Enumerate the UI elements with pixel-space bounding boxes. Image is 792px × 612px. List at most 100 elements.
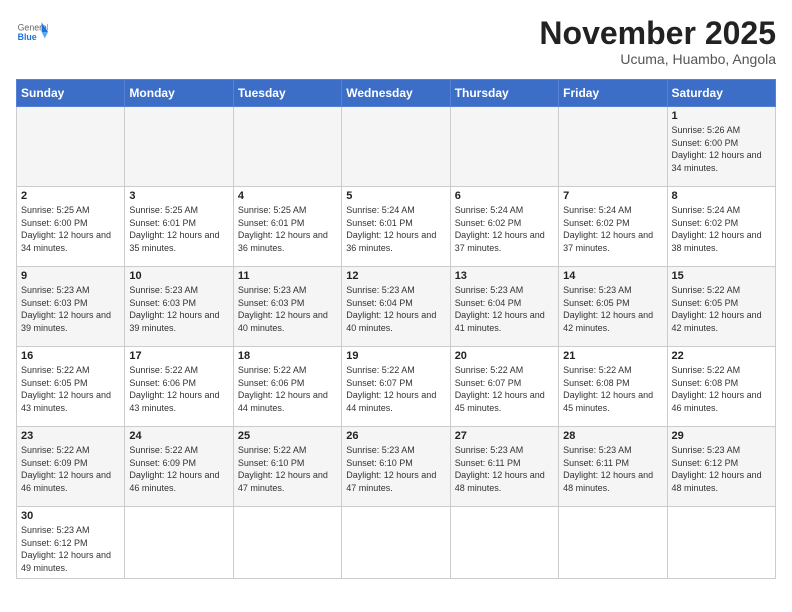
calendar-cell: 11Sunrise: 5:23 AM Sunset: 6:03 PM Dayli… bbox=[233, 267, 341, 347]
day-number: 26 bbox=[346, 430, 445, 442]
day-number: 27 bbox=[455, 430, 554, 442]
day-info: Sunrise: 5:22 AM Sunset: 6:07 PM Dayligh… bbox=[455, 364, 554, 414]
calendar-cell bbox=[450, 107, 558, 187]
calendar-cell bbox=[667, 507, 775, 578]
day-number: 10 bbox=[129, 270, 228, 282]
day-number: 19 bbox=[346, 350, 445, 362]
day-info: Sunrise: 5:22 AM Sunset: 6:08 PM Dayligh… bbox=[672, 364, 771, 414]
day-number: 30 bbox=[21, 510, 120, 522]
calendar-week-row: 30Sunrise: 5:23 AM Sunset: 6:12 PM Dayli… bbox=[17, 507, 776, 578]
calendar-table: SundayMondayTuesdayWednesdayThursdayFrid… bbox=[16, 79, 776, 578]
day-number: 15 bbox=[672, 270, 771, 282]
day-number: 5 bbox=[346, 190, 445, 202]
day-info: Sunrise: 5:22 AM Sunset: 6:08 PM Dayligh… bbox=[563, 364, 662, 414]
calendar-cell: 5 Sunrise: 5:24 AM Sunset: 6:01 PM Daylig… bbox=[342, 187, 450, 267]
calendar-cell: 25 Sunrise: 5:22 AM Sunset: 6:10 PM Dayli… bbox=[233, 427, 341, 507]
logo: General Blue bbox=[16, 16, 48, 48]
day-info: Sunrise: 5:23 AM Sunset: 6:03 PM Dayligh… bbox=[21, 284, 120, 334]
day-info: Sunrise: 5:24 AM Sunset: 6:02 PM Dayligh… bbox=[455, 204, 554, 254]
day-info: Sunrise: 5:22 AM Sunset: 6:05 PM Dayligh… bbox=[672, 284, 771, 334]
day-number: 3 bbox=[129, 190, 228, 202]
calendar-cell: 4Sunrise: 5:25 AM Sunset: 6:01 PM Daylig… bbox=[233, 187, 341, 267]
day-info: Sunrise: 5:23 AM Sunset: 6:11 PM Dayligh… bbox=[455, 444, 554, 494]
day-number: 13 bbox=[455, 270, 554, 282]
day-info: Sunrise: 5:24 AM Sunset: 6:02 PM Dayligh… bbox=[563, 204, 662, 254]
calendar-cell: 12 Sunrise: 5:23 AM Sunset: 6:04 PM Dayli… bbox=[342, 267, 450, 347]
header-day-monday: Monday bbox=[125, 80, 233, 107]
calendar-week-row: 2 Sunrise: 5:25 AM Sunset: 6:00 PM Daylig… bbox=[17, 187, 776, 267]
day-number: 12 bbox=[346, 270, 445, 282]
day-info: Sunrise: 5:22 AM Sunset: 6:06 PM Dayligh… bbox=[129, 364, 228, 414]
header-day-thursday: Thursday bbox=[450, 80, 558, 107]
day-info: Sunrise: 5:22 AM Sunset: 6:10 PM Dayligh… bbox=[238, 444, 337, 494]
calendar-cell: 14 Sunrise: 5:23 AM Sunset: 6:05 PM Dayli… bbox=[559, 267, 667, 347]
calendar-cell bbox=[342, 507, 450, 578]
calendar-cell bbox=[125, 507, 233, 578]
calendar-week-row: 9 Sunrise: 5:23 AM Sunset: 6:03 PM Daylig… bbox=[17, 267, 776, 347]
calendar-cell: 22Sunrise: 5:22 AM Sunset: 6:08 PM Dayli… bbox=[667, 347, 775, 427]
day-number: 21 bbox=[563, 350, 662, 362]
header-row: SundayMondayTuesdayWednesdayThursdayFrid… bbox=[17, 80, 776, 107]
day-info: Sunrise: 5:22 AM Sunset: 6:06 PM Dayligh… bbox=[238, 364, 337, 414]
day-number: 14 bbox=[563, 270, 662, 282]
day-number: 16 bbox=[21, 350, 120, 362]
day-number: 9 bbox=[21, 270, 120, 282]
month-title: November 2025 bbox=[539, 16, 776, 51]
calendar-cell: 23Sunrise: 5:22 AM Sunset: 6:09 PM Dayli… bbox=[17, 427, 125, 507]
day-info: Sunrise: 5:23 AM Sunset: 6:04 PM Dayligh… bbox=[346, 284, 445, 334]
day-info: Sunrise: 5:23 AM Sunset: 6:11 PM Dayligh… bbox=[563, 444, 662, 494]
day-number: 28 bbox=[563, 430, 662, 442]
day-number: 24 bbox=[129, 430, 228, 442]
day-info: Sunrise: 5:22 AM Sunset: 6:07 PM Dayligh… bbox=[346, 364, 445, 414]
calendar-cell: 17 Sunrise: 5:22 AM Sunset: 6:06 PM Dayli… bbox=[125, 347, 233, 427]
calendar-body: 1Sunrise: 5:26 AM Sunset: 6:00 PM Daylig… bbox=[17, 107, 776, 578]
calendar-cell bbox=[233, 507, 341, 578]
day-number: 8 bbox=[672, 190, 771, 202]
header-day-wednesday: Wednesday bbox=[342, 80, 450, 107]
day-info: Sunrise: 5:23 AM Sunset: 6:03 PM Dayligh… bbox=[238, 284, 337, 334]
svg-text:Blue: Blue bbox=[18, 32, 37, 42]
title-block: November 2025 Ucuma, Huambo, Angola bbox=[539, 16, 776, 67]
day-info: Sunrise: 5:25 AM Sunset: 6:01 PM Dayligh… bbox=[129, 204, 228, 254]
calendar-cell: 28 Sunrise: 5:23 AM Sunset: 6:11 PM Dayli… bbox=[559, 427, 667, 507]
calendar-header: SundayMondayTuesdayWednesdayThursdayFrid… bbox=[17, 80, 776, 107]
day-info: Sunrise: 5:22 AM Sunset: 6:09 PM Dayligh… bbox=[129, 444, 228, 494]
day-info: Sunrise: 5:23 AM Sunset: 6:04 PM Dayligh… bbox=[455, 284, 554, 334]
header-day-friday: Friday bbox=[559, 80, 667, 107]
calendar-cell: 6 Sunrise: 5:24 AM Sunset: 6:02 PM Daylig… bbox=[450, 187, 558, 267]
day-info: Sunrise: 5:23 AM Sunset: 6:05 PM Dayligh… bbox=[563, 284, 662, 334]
day-number: 6 bbox=[455, 190, 554, 202]
calendar-cell bbox=[342, 107, 450, 187]
calendar-week-row: 1Sunrise: 5:26 AM Sunset: 6:00 PM Daylig… bbox=[17, 107, 776, 187]
day-number: 23 bbox=[21, 430, 120, 442]
calendar-cell: 29Sunrise: 5:23 AM Sunset: 6:12 PM Dayli… bbox=[667, 427, 775, 507]
calendar-cell bbox=[17, 107, 125, 187]
calendar-week-row: 23 Sunrise: 5:22 AM Sunset: 6:09 PM Dayli… bbox=[17, 427, 776, 507]
calendar-cell bbox=[450, 507, 558, 578]
calendar-cell: 20 Sunrise: 5:22 AM Sunset: 6:07 PM Dayli… bbox=[450, 347, 558, 427]
calendar-cell: 19 Sunrise: 5:22 AM Sunset: 6:07 PM Dayli… bbox=[342, 347, 450, 427]
day-number: 17 bbox=[129, 350, 228, 362]
calendar-cell: 13 Sunrise: 5:23 AM Sunset: 6:04 PM Dayli… bbox=[450, 267, 558, 347]
day-info: Sunrise: 5:25 AM Sunset: 6:00 PM Dayligh… bbox=[21, 204, 120, 254]
day-number: 2 bbox=[21, 190, 120, 202]
calendar-cell: 18 Sunrise: 5:22 AM Sunset: 6:06 PM Dayli… bbox=[233, 347, 341, 427]
header-day-tuesday: Tuesday bbox=[233, 80, 341, 107]
header-day-saturday: Saturday bbox=[667, 80, 775, 107]
calendar-cell: 8 Sunrise: 5:24 AM Sunset: 6:02 PM Daylig… bbox=[667, 187, 775, 267]
day-info: Sunrise: 5:24 AM Sunset: 6:01 PM Dayligh… bbox=[346, 204, 445, 254]
day-info: Sunrise: 5:24 AM Sunset: 6:02 PM Dayligh… bbox=[672, 204, 771, 254]
calendar-cell: 1Sunrise: 5:26 AM Sunset: 6:00 PM Daylig… bbox=[667, 107, 775, 187]
header-day-sunday: Sunday bbox=[17, 80, 125, 107]
day-number: 18 bbox=[238, 350, 337, 362]
calendar-cell: 3 Sunrise: 5:25 AM Sunset: 6:01 PM Daylig… bbox=[125, 187, 233, 267]
page-header: General Blue November 2025 Ucuma, Huambo… bbox=[16, 16, 776, 67]
calendar-cell bbox=[125, 107, 233, 187]
calendar-cell: 15 Sunrise: 5:22 AM Sunset: 6:05 PM Dayli… bbox=[667, 267, 775, 347]
day-info: Sunrise: 5:22 AM Sunset: 6:05 PM Dayligh… bbox=[21, 364, 120, 414]
calendar-cell bbox=[559, 507, 667, 578]
day-number: 20 bbox=[455, 350, 554, 362]
day-number: 25 bbox=[238, 430, 337, 442]
calendar-cell: 7Sunrise: 5:24 AM Sunset: 6:02 PM Daylig… bbox=[559, 187, 667, 267]
calendar-cell bbox=[233, 107, 341, 187]
